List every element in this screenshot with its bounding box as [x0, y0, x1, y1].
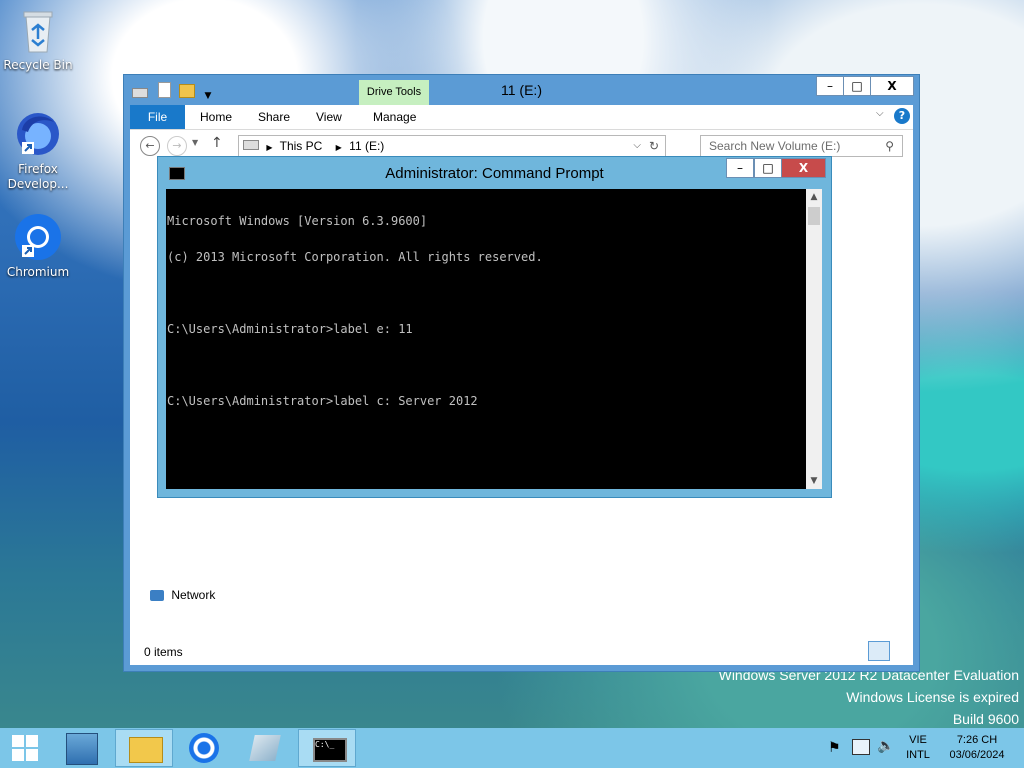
search-icon: ⚲ [885, 139, 894, 153]
scroll-thumb[interactable] [808, 207, 820, 225]
nav-item-network[interactable]: Network [150, 588, 215, 602]
server-manager-button[interactable] [54, 729, 112, 767]
console-line: (c) 2013 Microsoft Corporation. All righ… [167, 250, 543, 264]
start-button[interactable] [0, 729, 52, 767]
language-code: VIE [909, 734, 927, 746]
clock[interactable]: 7:26 CH 03/06/2024 [942, 733, 1012, 763]
explorer-titlebar[interactable]: ▼ Drive Tools 11 (E:) – □ X [124, 75, 919, 105]
address-bar[interactable]: ▶ This PC ▶ 11 (E:) ⌵ ↻ [238, 135, 666, 157]
keyboard-layout: INTL [906, 749, 930, 761]
search-input[interactable]: Search New Volume (E:) ⚲ [700, 135, 903, 157]
console-line: C:\Users\Administrator>label c: Server 2… [167, 394, 478, 408]
vertical-scrollbar[interactable]: ▲ ▼ [806, 189, 822, 489]
command-prompt-window[interactable]: Administrator: Command Prompt – □ X Micr… [157, 156, 832, 498]
tab-manage[interactable]: Manage [373, 105, 416, 129]
maximize-button[interactable]: □ [843, 76, 871, 96]
explorer-title: 11 (E:) [501, 82, 542, 98]
scroll-up-icon[interactable]: ▲ [806, 189, 822, 205]
firefox-icon [14, 110, 62, 158]
cmd-icon: C:\_ [313, 738, 347, 762]
console-line: Microsoft Windows [Version 6.3.9600] [167, 214, 428, 228]
command-prompt-taskbar-button[interactable]: C:\_ [298, 729, 356, 767]
nav-item-label: Network [171, 588, 216, 602]
console-output[interactable]: Microsoft Windows [Version 6.3.9600] (c)… [166, 189, 806, 489]
large-icons-view-icon[interactable] [892, 643, 910, 661]
maximize-button[interactable]: □ [754, 158, 782, 178]
details-view-icon[interactable] [868, 641, 890, 661]
recycle-bin-icon [21, 8, 55, 54]
desktop-icon-chromium[interactable]: Chromium [3, 213, 73, 280]
server-manager-icon [66, 733, 98, 765]
watermark-line: Build 9600 [952, 711, 1019, 727]
forward-icon[interactable]: → [167, 136, 187, 156]
breadcrumb-drive[interactable]: 11 (E:) [349, 139, 384, 153]
desktop-icon-label: Firefox Develop... [7, 162, 69, 191]
clock-time: 7:26 CH [956, 734, 998, 746]
network-icon [150, 590, 164, 602]
tab-view[interactable]: View [316, 105, 342, 129]
tab-home[interactable]: Home [200, 105, 232, 129]
address-dropdown-icon[interactable]: ⌵ [633, 136, 641, 156]
license-watermark: Windows Server 2012 R2 Datacenter Evalua… [719, 664, 1019, 730]
desktop-icon-firefox[interactable]: Firefox Develop... [3, 110, 73, 192]
help-icon[interactable]: ? [894, 108, 910, 124]
scroll-down-icon[interactable]: ▼ [806, 473, 822, 489]
close-button[interactable]: X [781, 158, 826, 178]
refresh-icon[interactable]: ↻ [649, 136, 659, 156]
breadcrumb-this-pc[interactable]: This PC [280, 139, 323, 153]
breadcrumb-separator-icon[interactable]: ▶ [266, 143, 272, 152]
recent-locations-icon[interactable]: ▼ [192, 138, 198, 147]
search-placeholder: Search New Volume (E:) [709, 139, 841, 153]
language-indicator[interactable]: VIE INTL [900, 733, 936, 763]
windows-logo-icon [12, 735, 38, 761]
desktop-icon-label: Chromium [6, 265, 70, 279]
file-explorer-button[interactable] [115, 729, 173, 767]
console-line: ​ [167, 359, 806, 371]
action-center-flag-icon[interactable]: ⚑ [828, 740, 841, 756]
up-icon[interactable]: ↑ [211, 135, 223, 151]
back-icon[interactable]: ← [140, 136, 160, 156]
powershell-button[interactable] [237, 729, 295, 767]
speaker-muted-icon[interactable]: 🔈 [877, 738, 894, 754]
clock-date: 03/06/2024 [949, 749, 1005, 761]
tab-share[interactable]: Share [258, 105, 290, 129]
breadcrumb-separator-icon[interactable]: ▶ [336, 143, 342, 152]
minimize-button[interactable]: – [726, 158, 754, 178]
tab-file[interactable]: File [130, 105, 185, 129]
desktop-icon-recycle-bin[interactable]: Recycle Bin [3, 8, 73, 73]
console-line: ​ [167, 287, 806, 299]
network-status-icon[interactable] [852, 739, 870, 755]
folder-icon [129, 737, 163, 763]
computer-icon [243, 140, 259, 150]
desktop-icon-label: Recycle Bin [3, 58, 73, 72]
chromium-icon [189, 733, 219, 763]
chromium-taskbar-button[interactable] [176, 729, 234, 767]
status-bar: 0 items [144, 645, 183, 659]
console-line: C:\Users\Administrator>label e: 11 [167, 322, 413, 336]
watermark-line: Windows License is expired [846, 689, 1019, 705]
powershell-icon [249, 735, 281, 761]
minimize-button[interactable]: – [816, 76, 844, 96]
ribbon-tabs: File Home Share View Manage ⌵ ? [130, 105, 913, 129]
ribbon-expand-icon[interactable]: ⌵ [876, 108, 884, 119]
taskbar: C:\_ ⚑ 🔈 VIE INTL 7:26 CH 03/06/2024 [0, 728, 1024, 768]
chromium-icon [14, 213, 62, 261]
close-button[interactable]: X [870, 76, 914, 96]
